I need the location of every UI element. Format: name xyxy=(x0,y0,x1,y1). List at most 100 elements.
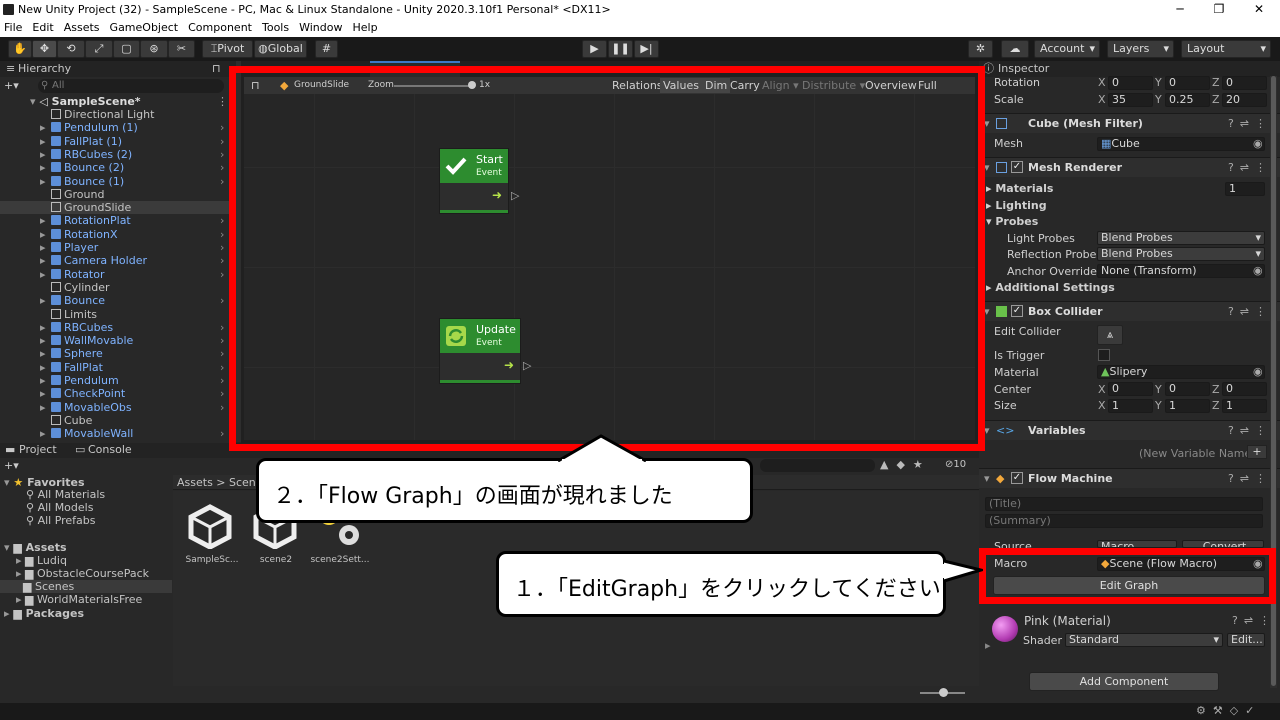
status-icons[interactable]: ⚙⚒◇✓ xyxy=(1196,704,1261,717)
foldout-icon[interactable]: ▸ xyxy=(40,347,46,360)
variables-header[interactable]: ▾ <> Variables ?⇌⋮ xyxy=(979,420,1280,440)
mesh-renderer-header[interactable]: ▾ ✓ Mesh Renderer ?⇌⋮ xyxy=(979,157,1280,177)
new-variable-placeholder[interactable]: (New Variable Name) xyxy=(1139,447,1256,460)
minimize-icon[interactable]: ─ xyxy=(1170,2,1190,16)
probes-foldout[interactable]: ▾ Probes xyxy=(986,215,1038,228)
layout-dropdown[interactable]: Layout ▾ xyxy=(1181,40,1271,58)
pivot-button[interactable]: ⌶Pivot xyxy=(202,40,253,58)
chevron-right-icon[interactable]: › xyxy=(220,401,224,414)
mesh-filter-header[interactable]: ▾ Cube (Mesh Filter) ?⇌⋮ xyxy=(979,113,1280,133)
cloud-icon[interactable]: ☁ xyxy=(1001,40,1029,58)
foldout-icon[interactable]: ▾ xyxy=(984,161,990,174)
chevron-right-icon[interactable]: › xyxy=(220,374,224,387)
hierarchy-tab[interactable]: Hierarchy xyxy=(18,61,71,77)
hierarchy-item[interactable]: ▸ RotationPlat xyxy=(40,214,131,227)
menu-help[interactable]: Help xyxy=(352,20,377,37)
foldout-icon[interactable]: ▾ xyxy=(984,117,990,130)
chevron-right-icon[interactable]: › xyxy=(220,148,224,161)
physic-material-field[interactable]: ▲Slipery xyxy=(1097,365,1265,379)
object-picker-icon[interactable]: ◉ xyxy=(1253,264,1263,277)
start-event-node[interactable]: Start Event ➜ xyxy=(439,148,509,214)
add-icon[interactable]: +▾ xyxy=(4,459,19,472)
lighting-foldout[interactable]: ▸ Lighting xyxy=(986,199,1047,212)
scene-row[interactable]: ▾ ◁ SampleScene* xyxy=(30,95,141,108)
materials-count-field[interactable]: 1 xyxy=(1225,182,1265,196)
lock-icon[interactable]: ⊓ xyxy=(212,61,221,77)
light-probes-dropdown[interactable]: Blend Probes ▾ xyxy=(1097,231,1265,245)
hierarchy-item[interactable]: ▸ Pendulum xyxy=(40,374,119,387)
foldout-icon[interactable]: ▸ xyxy=(40,228,46,241)
asset-breadcrumb[interactable]: Assets > Scenes xyxy=(177,476,268,489)
anchor-override-field[interactable]: None (Transform) xyxy=(1097,264,1265,278)
chevron-right-icon[interactable]: › xyxy=(220,175,224,188)
step-icon[interactable]: ▶| xyxy=(634,40,659,58)
title-field[interactable]: (Title) xyxy=(985,497,1263,511)
flow-port-icon[interactable]: ▷ xyxy=(511,189,519,202)
foldout-icon[interactable]: ▾ xyxy=(984,424,990,437)
box-collider-header[interactable]: ▾ ✓ Box Collider ?⇌⋮ xyxy=(979,301,1280,321)
lock-icon[interactable]: ⊓ xyxy=(251,78,260,93)
inspector-scrollbar[interactable] xyxy=(1270,76,1277,688)
hierarchy-item[interactable]: ▸ Bounce (1) xyxy=(40,175,124,188)
macro-field[interactable]: ◆Scene (Flow Macro) xyxy=(1097,557,1265,571)
graph-canvas[interactable] xyxy=(244,94,975,440)
hierarchy-item[interactable]: ▸ Camera Holder xyxy=(40,254,147,267)
foldout-icon[interactable]: ▸ xyxy=(40,161,46,174)
scale-y-field[interactable]: 0.25 xyxy=(1165,93,1210,107)
hierarchy-item[interactable]: Ground xyxy=(40,188,104,201)
additional-settings-foldout[interactable]: ▸ Additional Settings xyxy=(986,281,1115,294)
asset-size-slider-handle[interactable] xyxy=(939,688,948,697)
hierarchy-item[interactable]: ▸ WallMovable xyxy=(40,334,133,347)
add-variable-button[interactable]: + xyxy=(1247,445,1267,459)
favorite-all-materials[interactable]: ⚲ All Materials xyxy=(26,488,105,501)
folder-worldmaterials[interactable]: ▸ ▆ WorldMaterialsFree xyxy=(16,593,142,606)
component-tools-icons[interactable]: ?⇌⋮ xyxy=(1228,117,1272,130)
foldout-icon[interactable]: ▸ xyxy=(40,148,46,161)
zoom-slider-handle[interactable] xyxy=(468,81,476,89)
collab-icon[interactable]: ✲ xyxy=(968,40,993,58)
custom-tool-icon[interactable]: ✂ xyxy=(168,40,195,58)
update-event-node[interactable]: Update Event ➜ xyxy=(439,318,521,384)
size-z-field[interactable]: 1 xyxy=(1222,399,1267,413)
hierarchy-item[interactable]: ▸ Player xyxy=(40,241,98,254)
foldout-icon[interactable]: ▸ xyxy=(985,639,991,652)
hierarchy-item[interactable]: ▸ FallPlat xyxy=(40,361,103,374)
menu-window[interactable]: Window xyxy=(299,20,342,37)
component-tools-icons[interactable]: ?⇌⋮ xyxy=(1228,161,1272,174)
foldout-icon[interactable]: ▸ xyxy=(40,374,46,387)
hierarchy-item[interactable]: ▸ MovableObs xyxy=(40,401,132,414)
favorite-all-prefabs[interactable]: ⚲ All Prefabs xyxy=(26,514,96,527)
unity-scene-icon[interactable] xyxy=(185,503,235,549)
foldout-icon[interactable]: ▸ xyxy=(40,321,46,334)
overview-button[interactable]: Overview xyxy=(865,78,917,93)
transform-tool-icon[interactable]: ⊛ xyxy=(140,40,168,58)
hierarchy-item[interactable]: ▸ FallPlat (1) xyxy=(40,135,122,148)
hierarchy-item[interactable]: ▸ CheckPoint xyxy=(40,387,125,400)
object-picker-icon[interactable]: ◉ xyxy=(1253,557,1263,570)
scale-x-field[interactable]: 35 xyxy=(1108,93,1153,107)
component-tools-icons[interactable]: ?⇌⋮ xyxy=(1228,305,1272,318)
hierarchy-item[interactable]: ▸ Sphere xyxy=(40,347,103,360)
object-picker-icon[interactable]: ◉ xyxy=(1253,365,1263,378)
foldout-icon[interactable]: ▸ xyxy=(40,361,46,374)
foldout-icon[interactable]: ▸ xyxy=(40,268,46,281)
hierarchy-item[interactable]: ▸ Bounce xyxy=(40,294,105,307)
foldout-icon[interactable]: ▾ xyxy=(984,472,990,485)
foldout-icon[interactable]: ▸ xyxy=(40,214,46,227)
shader-dropdown[interactable]: Standard ▾ xyxy=(1065,633,1223,647)
chevron-right-icon[interactable]: › xyxy=(220,294,224,307)
foldout-icon[interactable]: ▸ xyxy=(40,294,46,307)
assets-folder[interactable]: ▾ ▆ Assets xyxy=(4,541,67,554)
carry-button[interactable]: Carry xyxy=(730,78,760,93)
hierarchy-item[interactable]: Cube xyxy=(40,414,92,427)
materials-foldout[interactable]: ▸ Materials xyxy=(986,182,1053,195)
component-tools-icons[interactable]: ?⇌⋮ xyxy=(1228,424,1272,437)
shader-edit-button[interactable]: Edit... xyxy=(1227,633,1265,647)
project-filter-icons[interactable]: ▲◆★ xyxy=(880,458,931,471)
hierarchy-search-input[interactable]: ⚲ All xyxy=(38,79,224,93)
hierarchy-item[interactable]: ▸ MovableWall xyxy=(40,427,133,440)
hierarchy-item[interactable]: GroundSlide xyxy=(40,201,131,214)
foldout-icon[interactable]: ▸ xyxy=(40,427,46,440)
favorite-all-models[interactable]: ⚲ All Models xyxy=(26,501,93,514)
global-button[interactable]: ◍Global xyxy=(254,40,307,58)
